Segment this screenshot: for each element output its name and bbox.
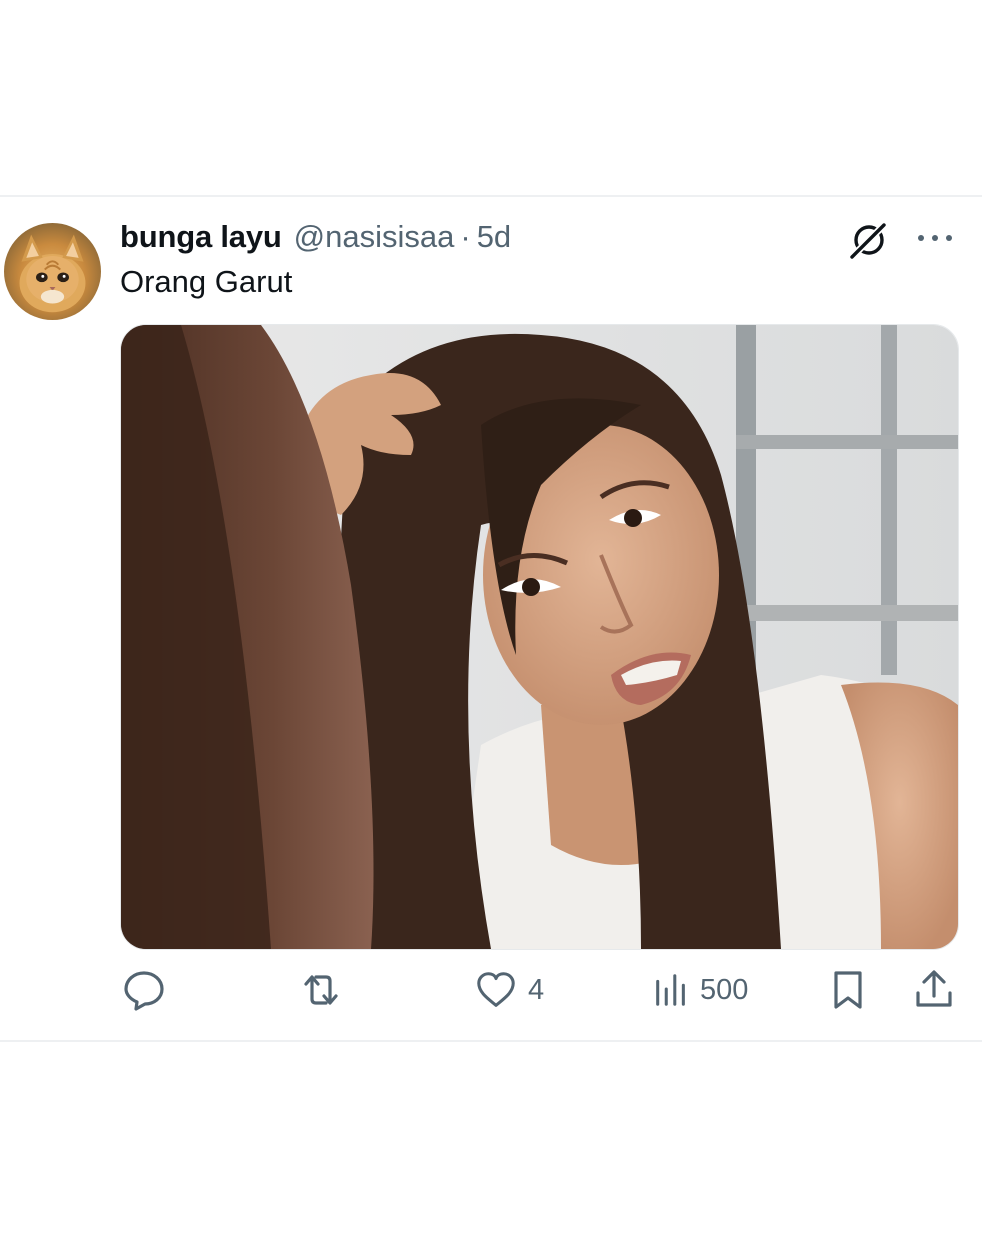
grok-icon[interactable]	[848, 219, 890, 261]
tweet-text: Orang Garut	[120, 264, 293, 299]
more-options-icon[interactable]	[915, 231, 955, 245]
header-separator: ·	[460, 219, 471, 254]
timestamp[interactable]: 5d	[477, 219, 511, 255]
like-button[interactable]: 4	[474, 967, 544, 1013]
reply-icon	[124, 971, 164, 1011]
bookmark-button[interactable]	[828, 967, 868, 1013]
author-handle[interactable]: @nasisisaa	[294, 219, 455, 255]
retweet-icon	[304, 975, 338, 1005]
bookmark-icon	[834, 971, 862, 1009]
heart-icon	[477, 972, 515, 1007]
views-icon	[656, 974, 685, 1006]
tweet-header: bunga layu @nasisisaa · 5d	[120, 219, 511, 259]
share-button[interactable]	[912, 967, 956, 1013]
views-count: 500	[700, 973, 749, 1006]
bottom-divider	[0, 1040, 982, 1042]
tweet-image[interactable]	[120, 324, 959, 950]
like-count: 4	[528, 973, 545, 1006]
cat-avatar-icon	[19, 234, 86, 313]
action-bar: 4 500	[0, 967, 982, 1017]
views-button[interactable]: 500	[652, 967, 748, 1013]
avatar[interactable]	[4, 223, 101, 320]
tweet-card[interactable]: bunga layu @nasisisaa · 5d Orang Garut 4…	[0, 197, 982, 1040]
author-name[interactable]: bunga layu	[120, 219, 282, 255]
photo-woman-mirror	[121, 325, 958, 949]
retweet-button[interactable]	[298, 967, 354, 1013]
reply-button[interactable]	[121, 967, 177, 1013]
share-icon	[916, 970, 952, 1007]
